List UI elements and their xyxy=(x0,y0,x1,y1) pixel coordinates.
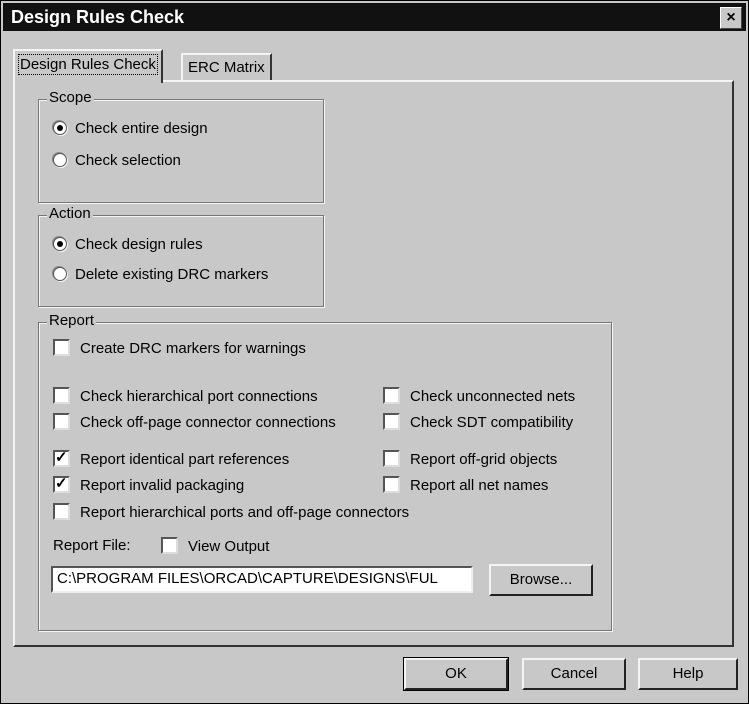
tab-panel: Scope Check entire design Check selectio… xyxy=(13,80,734,647)
radio-check-design-rules[interactable]: Check design rules xyxy=(53,236,203,253)
checkbox xyxy=(161,537,178,554)
title-bar[interactable]: Design Rules Check × xyxy=(3,3,746,31)
tab-erc-matrix[interactable]: ERC Matrix xyxy=(181,53,272,80)
report-file-label: Report File: xyxy=(53,537,131,554)
drc-dialog: Design Rules Check × Design Rules Check … xyxy=(0,0,749,704)
option-label: Check hierarchical port connections xyxy=(80,388,318,405)
radio-indicator xyxy=(53,121,67,135)
checkbox xyxy=(383,413,400,430)
action-group: Action Check design rules Delete existin… xyxy=(38,205,324,307)
option-label: Check selection xyxy=(75,152,181,169)
checkbox xyxy=(53,339,70,356)
radio-indicator xyxy=(53,153,67,167)
button-label: Browse... xyxy=(509,571,573,588)
browse-button[interactable]: Browse... xyxy=(489,564,593,596)
checkbox xyxy=(53,413,70,430)
check-sdt-compatibility[interactable]: Check SDT compatibility xyxy=(383,413,573,431)
radio-check-selection[interactable]: Check selection xyxy=(53,152,181,169)
option-label: Report invalid packaging xyxy=(80,477,245,494)
option-label: Check unconnected nets xyxy=(410,388,576,405)
button-label: OK xyxy=(445,665,467,682)
cancel-button[interactable]: Cancel xyxy=(522,658,626,690)
option-label: Check design rules xyxy=(75,236,203,253)
check-identical-part-refs[interactable]: Report identical part references xyxy=(53,448,290,468)
option-label: Check entire design xyxy=(75,120,208,137)
option-label: Report identical part references xyxy=(80,451,290,468)
check-off-grid-objects[interactable]: Report off-grid objects xyxy=(383,450,557,468)
checkbox xyxy=(383,450,400,467)
option-label: Create DRC markers for warnings xyxy=(80,340,306,357)
button-label: Cancel xyxy=(550,665,598,682)
radio-delete-drc-markers[interactable]: Delete existing DRC markers xyxy=(53,266,268,283)
button-label: Help xyxy=(672,665,704,682)
close-icon[interactable]: × xyxy=(720,7,742,29)
tab-design-rules-check[interactable]: Design Rules Check xyxy=(13,49,163,83)
radio-indicator xyxy=(53,237,67,251)
checkbox xyxy=(53,474,70,493)
radio-indicator xyxy=(53,267,67,281)
scope-group: Scope Check entire design Check selectio… xyxy=(38,89,324,203)
report-file-input[interactable]: C:\PROGRAM FILES\ORCAD\CAPTURE\DESIGNS\F… xyxy=(51,566,473,593)
report-legend: Report xyxy=(47,312,97,329)
option-label: Report all net names xyxy=(410,477,549,494)
option-label: Delete existing DRC markers xyxy=(75,266,269,283)
action-legend: Action xyxy=(47,205,93,222)
option-label: Report hierarchical ports and off-page c… xyxy=(80,504,410,521)
check-unconnected-nets[interactable]: Check unconnected nets xyxy=(383,387,575,405)
check-view-output[interactable]: View Output xyxy=(161,537,269,555)
tab-label: ERC Matrix xyxy=(188,59,265,76)
check-off-page-connector[interactable]: Check off-page connector connections xyxy=(53,413,336,431)
check-hierarchical-port[interactable]: Check hierarchical port connections xyxy=(53,387,318,405)
option-label: Report off-grid objects xyxy=(410,451,558,468)
help-button[interactable]: Help xyxy=(638,658,738,690)
check-invalid-packaging[interactable]: Report invalid packaging xyxy=(53,474,245,494)
option-label: View Output xyxy=(188,538,270,555)
radio-check-entire-design[interactable]: Check entire design xyxy=(53,120,208,137)
scope-legend: Scope xyxy=(47,89,94,106)
checkbox xyxy=(383,387,400,404)
dialog-title: Design Rules Check xyxy=(11,7,185,27)
checkbox xyxy=(53,503,70,520)
checkbox xyxy=(383,476,400,493)
check-hier-ports-offpage[interactable]: Report hierarchical ports and off-page c… xyxy=(53,503,409,521)
checkbox xyxy=(53,448,70,467)
tab-label: Design Rules Check xyxy=(18,54,158,75)
check-all-net-names[interactable]: Report all net names xyxy=(383,476,548,494)
check-create-drc-markers[interactable]: Create DRC markers for warnings xyxy=(53,339,306,357)
checkbox xyxy=(53,387,70,404)
option-label: Check SDT compatibility xyxy=(410,414,574,431)
ok-button[interactable]: OK xyxy=(403,657,509,691)
option-label: Check off-page connector connections xyxy=(80,414,336,431)
report-group: Report Create DRC markers for warnings C… xyxy=(38,312,612,631)
